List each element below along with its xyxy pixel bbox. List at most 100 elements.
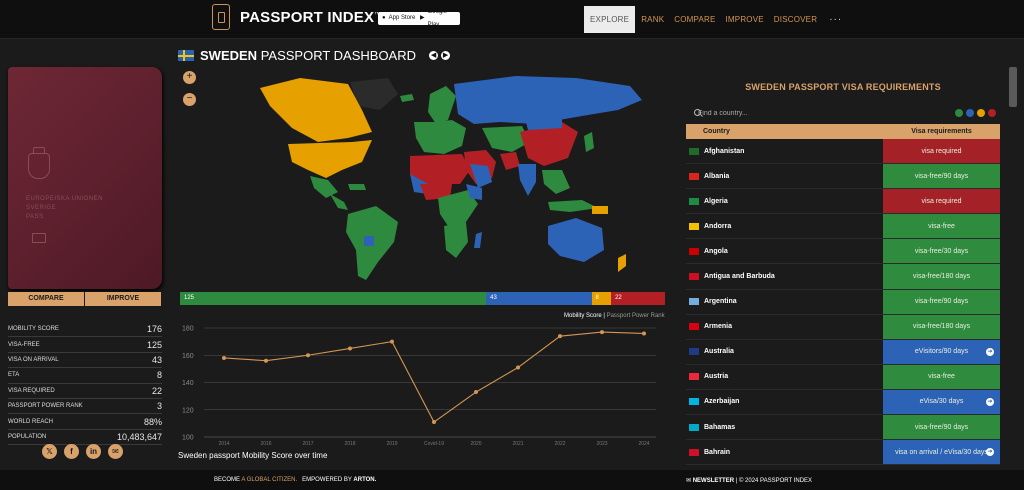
requirement-cell: eVisitors/90 days ➜ <box>883 339 1000 364</box>
filter-eta-dot[interactable] <box>977 109 985 117</box>
table-row[interactable]: Algeria visa required <box>686 189 1000 215</box>
requirement-text: visa required <box>921 197 962 205</box>
legend-mobility-score[interactable]: Mobility Score <box>564 313 602 319</box>
visa-requirements-table: Country Visa requirements Afghanistan vis… <box>686 124 1000 466</box>
filter-visa-required-dot[interactable] <box>988 109 996 117</box>
legend-power-rank[interactable]: Passport Power Rank <box>607 313 665 319</box>
filter-visa-free-dot[interactable] <box>955 109 963 117</box>
table-row[interactable]: Austria visa-free <box>686 364 1000 390</box>
stat-world-reach: WORLD REACH 88% <box>8 414 162 430</box>
requirement-text: visa required <box>921 147 962 155</box>
requirement-text: visa on arrival / eVisa/30 days <box>895 448 988 456</box>
filter-visa-on-arrival-dot[interactable] <box>966 109 974 117</box>
zoom-out-button[interactable]: − <box>183 93 196 106</box>
country-cell: Antigua and Barbuda <box>686 264 883 288</box>
data-point[interactable] <box>264 358 268 363</box>
country-flag-icon <box>689 222 699 230</box>
table-row[interactable]: Angola visa-free/30 days <box>686 239 1000 265</box>
data-point[interactable] <box>348 346 352 351</box>
map-central-america <box>330 194 348 210</box>
table-row[interactable]: Andorra visa-free <box>686 214 1000 240</box>
info-arrow-icon[interactable]: ➜ <box>986 347 994 356</box>
data-point[interactable] <box>558 334 562 339</box>
improve-button[interactable]: IMPROVE <box>85 292 162 306</box>
arton-link[interactable]: ARTON. <box>353 477 376 483</box>
previous-arrow-icon[interactable]: ◀ <box>429 51 439 60</box>
info-arrow-icon[interactable]: ➜ <box>986 397 994 406</box>
nav-improve[interactable]: IMPROVE <box>726 15 764 24</box>
table-row[interactable]: Argentina visa-free/90 days <box>686 289 1000 315</box>
requirement-text: eVisitors/90 days <box>914 348 969 356</box>
table-row[interactable]: Afghanistan visa required <box>686 139 1000 165</box>
column-visa-requirements[interactable]: Visa requirements <box>883 124 1000 139</box>
mobility-score-line <box>223 331 645 423</box>
map-new-zealand <box>618 254 626 272</box>
country-flag-icon <box>689 398 699 406</box>
stat-power-rank: PASSPORT POWER RANK 3 <box>8 399 162 415</box>
table-row[interactable]: Bahrain visa on arrival / eVisa/30 days ➜ <box>686 440 1000 466</box>
passport-cover-text: EUROPEISKA UNIONEN SVERIGE PASS <box>26 196 104 220</box>
nav-rank[interactable]: RANK <box>641 15 664 24</box>
table-row[interactable]: Antigua and Barbuda visa-free/180 days <box>686 264 1000 290</box>
country-name: Angola <box>704 247 728 255</box>
country-name: Bahrain <box>704 448 731 456</box>
data-point[interactable] <box>222 355 226 360</box>
info-arrow-icon[interactable]: ➜ <box>986 448 994 457</box>
play-icon: ▶ <box>420 15 425 21</box>
mail-icon[interactable]: ✉ <box>108 444 123 459</box>
next-arrow-icon[interactable]: ▶ <box>441 51 451 60</box>
nav-explore[interactable]: EXPLORE <box>584 6 636 33</box>
table-row[interactable]: Albania visa-free/90 days <box>686 164 1000 190</box>
table-row[interactable]: Bahamas visa-free/90 days <box>686 415 1000 441</box>
zoom-in-button[interactable]: + <box>183 71 196 84</box>
global-citizen-link[interactable]: A GLOBAL CITIZEN. <box>241 477 297 483</box>
map-iceland <box>400 94 414 102</box>
table-row[interactable]: Azerbaijan eVisa/30 days ➜ <box>686 389 1000 416</box>
country-cell: Armenia <box>686 315 883 339</box>
requirement-cell: visa on arrival / eVisa/30 days ➜ <box>883 440 1000 465</box>
compare-button[interactable]: COMPARE <box>8 292 85 306</box>
crest-icon <box>28 147 50 179</box>
nav-discover[interactable]: DISCOVER <box>774 15 817 24</box>
data-point[interactable] <box>600 330 604 335</box>
more-menu-icon[interactable]: ··· <box>829 14 842 25</box>
country-flag-icon <box>689 247 699 255</box>
nav-compare[interactable]: COMPARE <box>674 15 715 24</box>
facebook-icon[interactable]: f <box>64 444 79 459</box>
app-store-badge[interactable]: ● App Store <box>378 12 420 25</box>
passport-index-logo[interactable]: PASSPORT INDEX™ <box>212 4 380 30</box>
country-search-input[interactable] <box>686 108 940 118</box>
requirement-cell: visa-free <box>883 364 1000 389</box>
requirement-text: visa-free <box>928 373 955 381</box>
data-point[interactable] <box>642 331 646 336</box>
newsletter-link[interactable]: NEWSLETTER <box>693 478 734 484</box>
country-flag-icon <box>689 448 699 456</box>
country-name: Australia <box>704 348 734 356</box>
country-flag-icon <box>689 273 699 281</box>
country-cell: Afghanistan <box>686 139 883 163</box>
country-flag-icon <box>689 323 699 331</box>
data-point[interactable] <box>432 420 436 425</box>
data-point[interactable] <box>306 353 310 358</box>
newsletter-icon: ✉ <box>686 478 692 484</box>
requirement-text: visa-free/180 days <box>912 323 971 331</box>
data-point[interactable] <box>390 339 394 344</box>
stat-visa-required: VISA REQUIRED 22 <box>8 384 162 399</box>
y-tick-label: 180 <box>182 326 194 333</box>
google-play-badge[interactable]: ▶ Google Play <box>416 9 460 28</box>
map-southern-africa <box>444 222 468 258</box>
table-row[interactable]: Armenia visa-free/180 days <box>686 314 1000 340</box>
x-icon[interactable]: 𝕏 <box>42 444 57 459</box>
x-tick-label: Covid-19 <box>424 441 444 447</box>
page-scrollbar[interactable] <box>1009 67 1017 107</box>
split-eta: 8 <box>591 292 612 305</box>
country-flag-icon <box>689 423 699 431</box>
column-country[interactable]: Country <box>686 124 883 139</box>
requirement-filters <box>955 109 996 117</box>
page-title: SWEDEN PASSPORT DASHBOARD <box>200 48 417 63</box>
data-point[interactable] <box>474 390 478 395</box>
world-map[interactable] <box>230 66 685 288</box>
table-row[interactable]: Australia eVisitors/90 days ➜ <box>686 339 1000 365</box>
data-point[interactable] <box>516 365 520 370</box>
linkedin-icon[interactable]: in <box>86 444 101 459</box>
